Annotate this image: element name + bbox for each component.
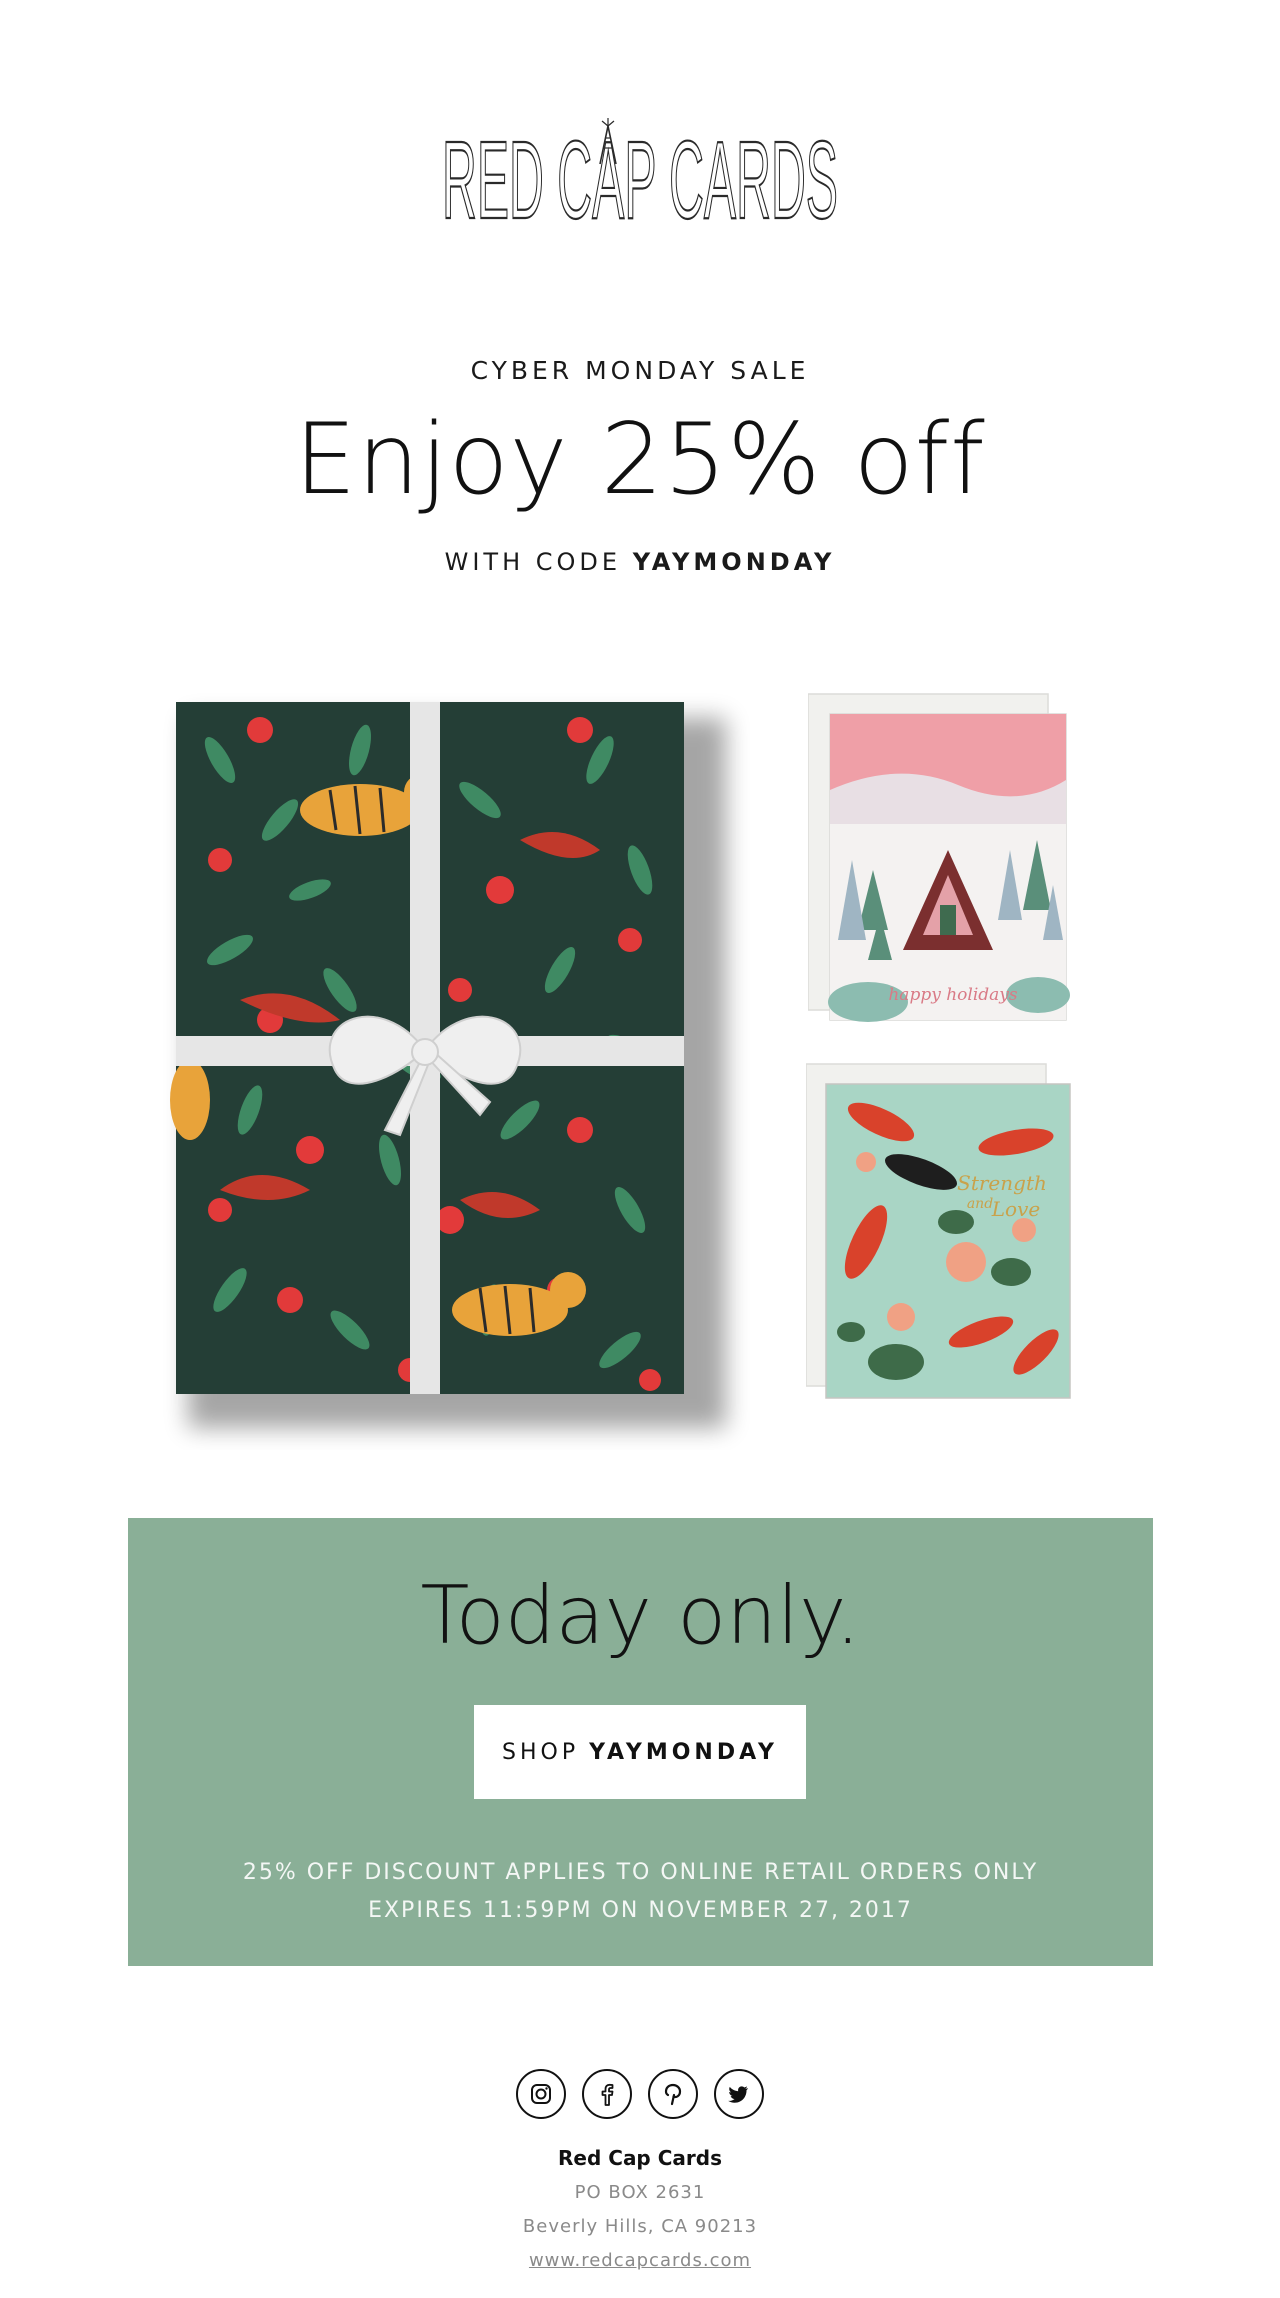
- gift-wrap-image[interactable]: [160, 690, 750, 1450]
- sale-eyebrow: CYBER MONDAY SALE: [470, 356, 810, 385]
- offer-terms-line1: 25% OFF DISCOUNT APPLIES TO ONLINE RETAI…: [242, 1860, 1039, 1885]
- red-cap-cards-logo: RED CAP CARDS: [441, 118, 839, 228]
- promo-code: YAYMONDAY: [632, 548, 836, 576]
- social-links: [0, 2069, 1280, 2119]
- shop-button-code: YAYMONDAY: [589, 1739, 778, 1765]
- sale-headline: Enjoy 25% off: [294, 403, 986, 517]
- promo-code-prefix: WITH CODE: [444, 548, 622, 576]
- twitter-icon: [728, 2086, 748, 2103]
- pinterest-link[interactable]: [648, 2069, 698, 2119]
- holiday-card-image[interactable]: happy holidays: [808, 690, 1078, 1030]
- shop-now-button[interactable]: SHOP YAYMONDAY: [474, 1705, 806, 1799]
- facebook-icon: [601, 2083, 614, 2106]
- offer-terms-line2: EXPIRES 11:59PM ON NOVEMBER 27, 2017: [368, 1898, 913, 1923]
- card-script-holidays: happy holidays: [888, 985, 1018, 1005]
- facebook-link[interactable]: [582, 2069, 632, 2119]
- company-name: Red Cap Cards: [558, 2146, 722, 2170]
- pinterest-icon: [664, 2083, 682, 2106]
- shop-button-prefix: SHOP: [502, 1739, 580, 1765]
- logo-wordmark: RED CAP CARDS: [442, 119, 838, 228]
- koi-card-image[interactable]: Strength and Love: [806, 1062, 1080, 1407]
- twitter-link[interactable]: [714, 2069, 764, 2119]
- banner-title: Today only.: [420, 1569, 861, 1662]
- promo-code-line: WITH CODE YAYMONDAY: [0, 548, 1280, 576]
- card-script-and: and: [967, 1196, 993, 1212]
- instagram-link[interactable]: [516, 2069, 566, 2119]
- brand-logo[interactable]: RED CAP CARDS: [0, 118, 1280, 228]
- address-po-box: PO BOX 2631: [574, 2182, 706, 2203]
- offer-terms: 25% OFF DISCOUNT APPLIES TO ONLINE RETAI…: [128, 1854, 1153, 1930]
- email-page: RED CAP CARDS CYBER MONDAY SALE Enjoy 25…: [0, 0, 1280, 2298]
- instagram-icon: [531, 2084, 551, 2104]
- today-only-banner: Today only. SHOP YAYMONDAY 25% OFF DISCO…: [128, 1518, 1153, 1966]
- card-script-love: Love: [991, 1197, 1040, 1221]
- website-link[interactable]: www.redcapcards.com: [0, 2250, 1280, 2271]
- address-city: Beverly Hills, CA 90213: [522, 2216, 758, 2237]
- card-script-strength: Strength: [957, 1171, 1047, 1195]
